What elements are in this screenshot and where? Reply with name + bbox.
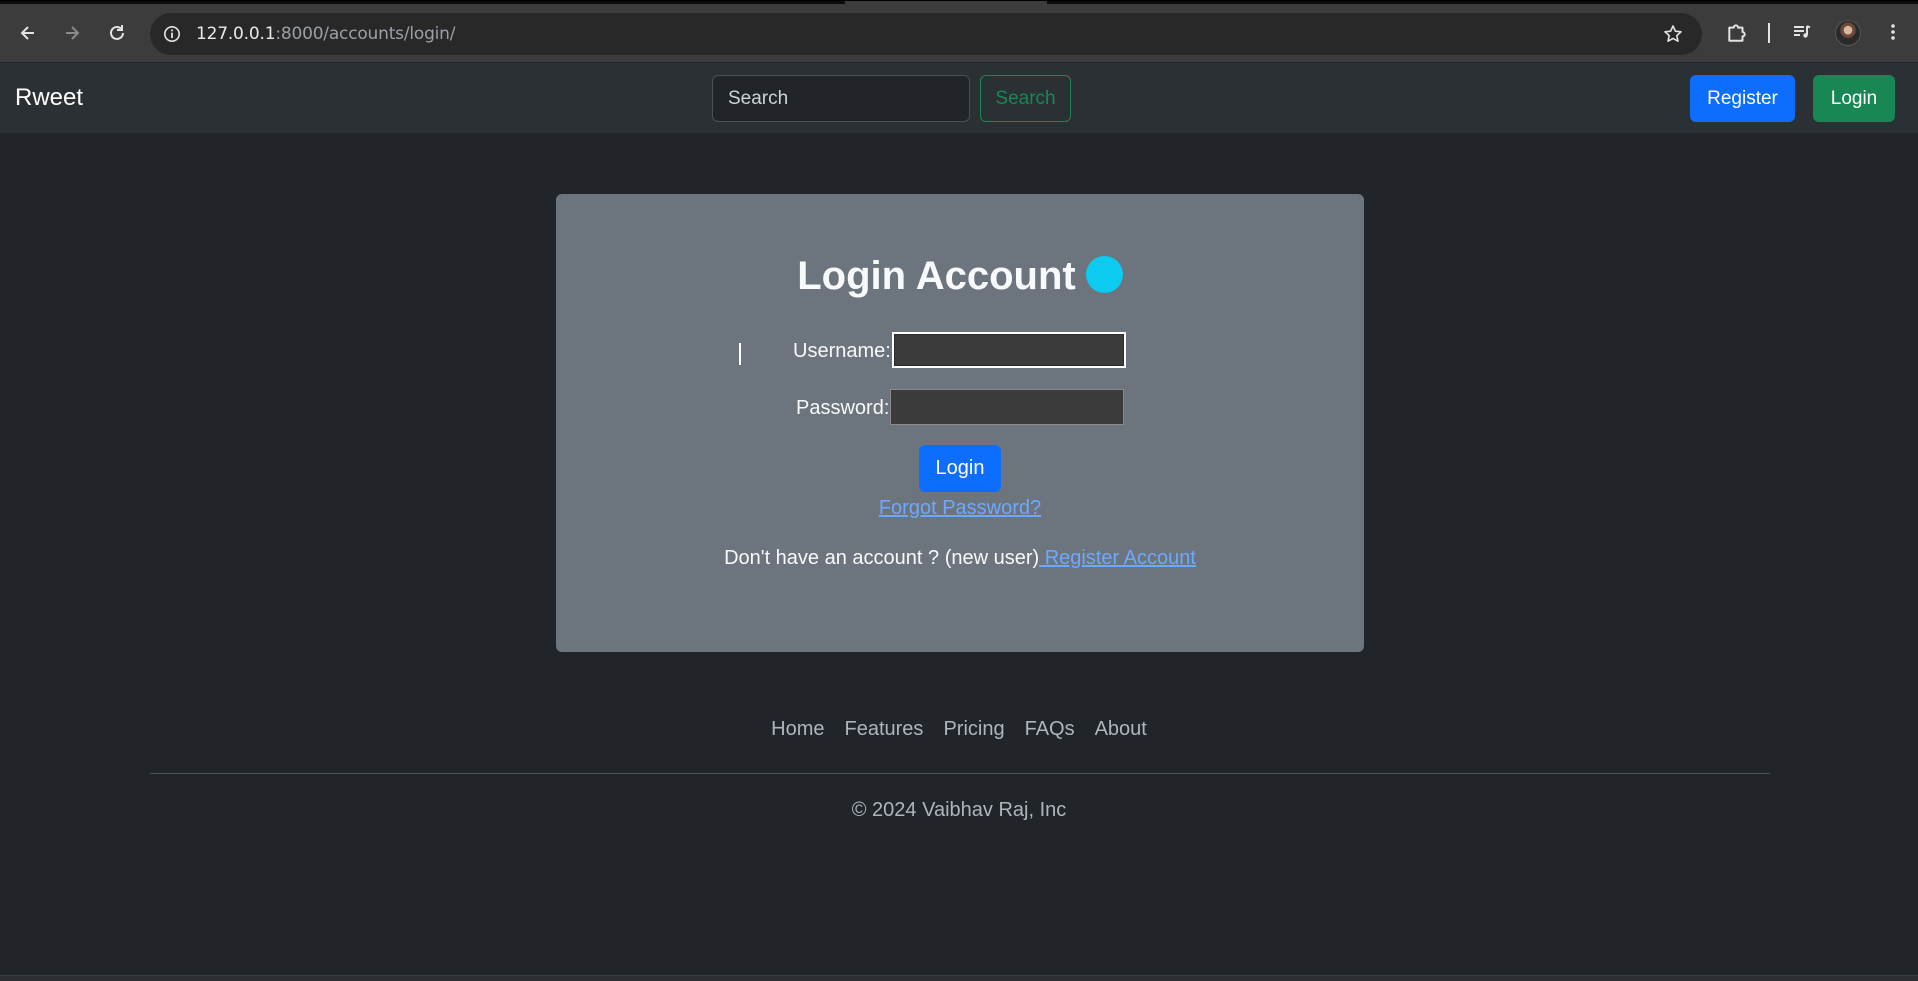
search-button[interactable]: Search [980,75,1071,122]
search-input[interactable] [712,75,970,122]
puzzle-icon[interactable] [1724,19,1750,45]
footer-link-features[interactable]: Features [835,718,934,741]
navbar-login-button[interactable]: Login [1813,75,1895,122]
forgot-password-row: Forgot Password? [556,497,1364,520]
brand-logo[interactable]: Rweet [15,84,83,112]
footer-divider [150,773,1770,774]
arrow-left-icon [20,26,34,40]
password-field[interactable] [890,389,1124,425]
login-card: Login Account Username: Password: Login … [556,194,1364,652]
footer-link-faqs[interactable]: FAQs [1015,718,1085,741]
tab-strip [0,1,1918,4]
username-field[interactable] [892,332,1126,368]
footer-nav: Home Features Pricing FAQs About [0,718,1918,741]
username-label: Username: [793,340,891,362]
login-submit-button[interactable]: Login [919,445,1001,492]
active-tab-edge [845,1,1047,4]
register-button[interactable]: Register [1690,75,1795,122]
address-bar[interactable]: 127.0.0.1:8000/accounts/login/ [150,13,1702,55]
page-title: Login Account [556,254,1364,299]
footer-link-home[interactable]: Home [761,718,834,741]
reload-button[interactable] [101,17,133,49]
info-icon[interactable] [162,24,182,44]
footer-link-pricing[interactable]: Pricing [933,718,1014,741]
url-text[interactable]: 127.0.0.1:8000/accounts/login/ [196,24,455,44]
profile-avatar[interactable] [1835,20,1861,46]
url-path: :8000/accounts/login/ [275,24,456,44]
reload-icon [110,25,124,40]
password-label: Password: [796,397,890,419]
register-prompt-row: Don't have an account ? (new user) Regis… [556,547,1364,570]
star-icon[interactable] [1662,23,1684,45]
kebab-menu-icon[interactable] [1880,19,1906,45]
site-navbar: Rweet Search Register Login [0,63,1918,133]
browser-toolbar: 127.0.0.1:8000/accounts/login/ [0,0,1918,62]
toolbar-divider [1768,23,1770,43]
login-title-text: Login Account [797,254,1076,298]
footer-link-about[interactable]: About [1085,718,1157,741]
forward-button[interactable] [56,17,88,49]
media-queue-icon[interactable] [1789,19,1815,45]
window-bottom-edge [0,975,1918,981]
forgot-password-link[interactable]: Forgot Password? [879,497,1041,519]
register-account-link[interactable]: Register Account [1039,547,1196,569]
back-button[interactable] [12,17,44,49]
register-prompt-text: Don't have an account ? (new user) [724,547,1040,569]
status-dot-icon [1085,256,1123,293]
url-host: 127.0.0.1 [196,24,276,44]
text-caret [739,343,741,365]
arrow-right-icon [66,26,80,40]
copyright-text: © 2024 Vaibhav Raj, Inc [851,799,1067,821]
